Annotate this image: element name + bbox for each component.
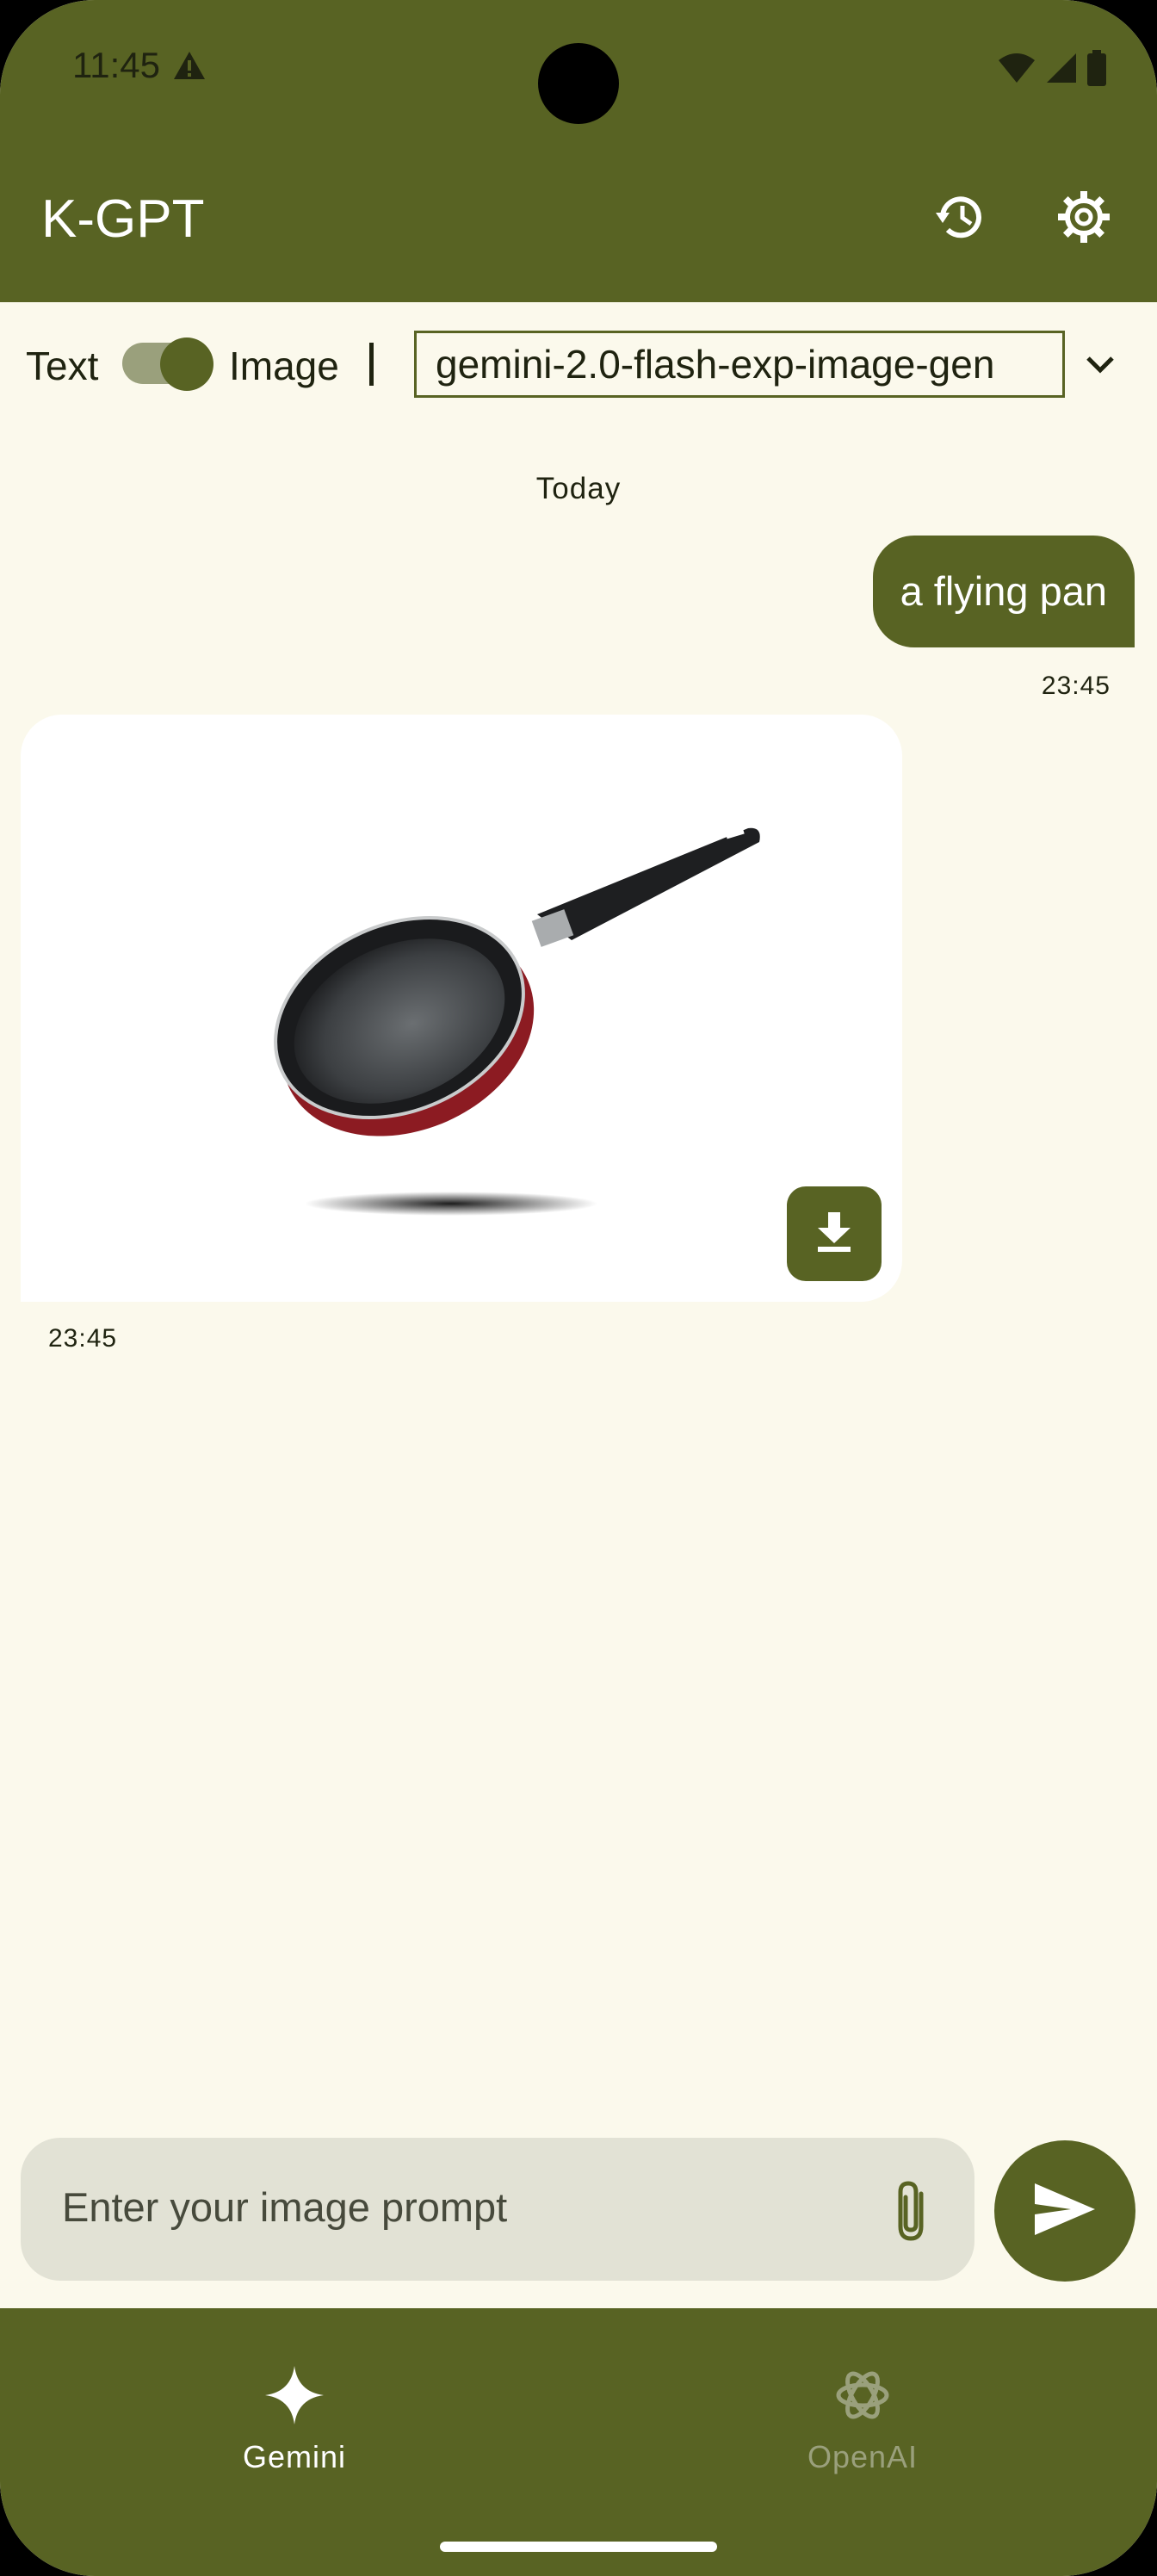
settings-button[interactable]	[1049, 184, 1118, 253]
frying-pan-image	[274, 827, 760, 1216]
paperclip-icon[interactable]	[888, 2178, 937, 2248]
status-time: 11:45	[72, 45, 160, 85]
download-button[interactable]	[787, 1186, 882, 1281]
wifi-icon	[997, 52, 1036, 89]
openai-icon	[733, 2364, 992, 2430]
download-icon	[814, 1211, 854, 1258]
battery-icon	[1086, 50, 1107, 90]
prompt-placeholder: Enter your image prompt	[62, 2184, 508, 2230]
mode-separator	[369, 343, 374, 386]
image-mode-label: Image	[229, 344, 339, 388]
mode-toggle-thumb[interactable]	[160, 337, 213, 391]
home-indicator[interactable]	[440, 2542, 717, 2552]
user-message-time: 23:45	[1041, 672, 1111, 700]
sparkle-icon	[165, 2364, 424, 2430]
text-mode-label: Text	[26, 344, 99, 388]
status-icons	[997, 50, 1107, 90]
history-icon	[932, 189, 989, 250]
nav-item-gemini[interactable]: Gemini	[165, 2364, 424, 2475]
user-message-bubble: a flying pan	[872, 536, 1135, 647]
signal-icon	[1045, 52, 1078, 89]
app-title: K-GPT	[41, 189, 205, 249]
camera-cutout	[538, 43, 619, 124]
history-button[interactable]	[926, 184, 995, 253]
generated-image[interactable]	[21, 715, 902, 1302]
image-message-time: 23:45	[48, 1324, 118, 1353]
warning-icon	[172, 50, 207, 85]
chevron-down-icon[interactable]	[1080, 344, 1121, 390]
nav-item-openai[interactable]: OpenAI	[733, 2364, 992, 2475]
nav-label-gemini: Gemini	[242, 2439, 347, 2474]
send-icon	[1033, 2182, 1097, 2241]
date-separator: Today	[535, 472, 622, 505]
send-button[interactable]	[994, 2140, 1135, 2282]
model-select[interactable]: gemini-2.0-flash-exp-image-gen	[414, 331, 1065, 398]
gear-icon	[1055, 189, 1112, 250]
app-screen: 11:45 K-GPT Text Image gemini-2.0-flash-…	[0, 0, 1157, 2576]
nav-label-openai: OpenAI	[807, 2439, 919, 2474]
